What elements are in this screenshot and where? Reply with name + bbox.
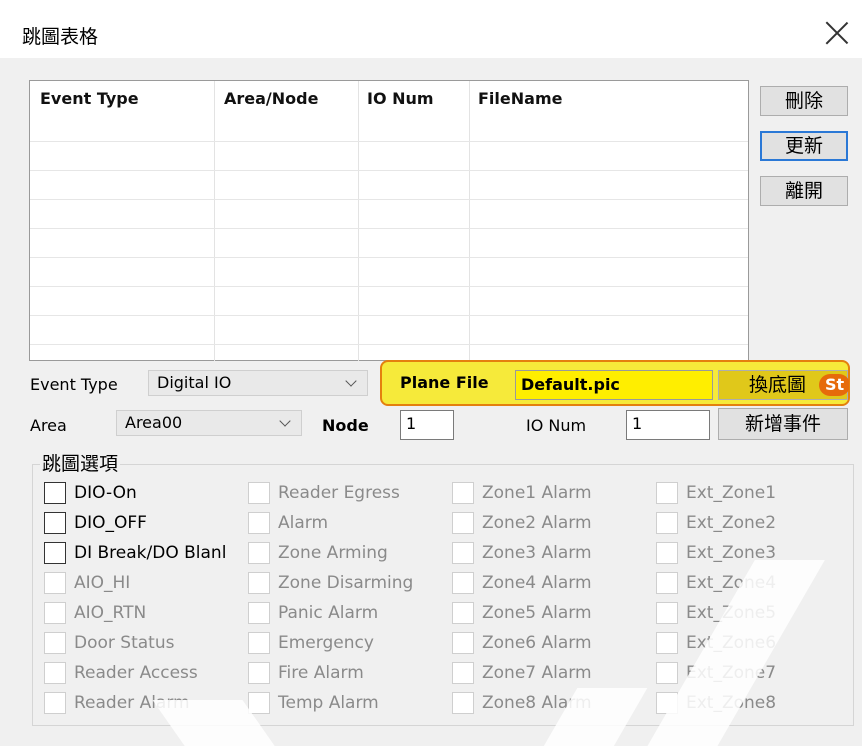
step-badge: St xyxy=(819,374,849,396)
checkbox-box xyxy=(44,662,66,684)
checkbox-box xyxy=(248,482,270,504)
add-event-button[interactable]: 新增事件 xyxy=(718,408,848,440)
list-header: Event Type Area/Node IO Num FileName xyxy=(30,81,748,109)
checkbox-box[interactable] xyxy=(44,542,66,564)
checkbox-box xyxy=(452,542,474,564)
checkbox-box xyxy=(656,482,678,504)
option-label: Zone1 Alarm xyxy=(482,483,592,503)
io-num-input[interactable]: 1 xyxy=(626,410,710,440)
option-label: Zone Arming xyxy=(278,543,388,563)
option-label: DI Break/DO Blanl xyxy=(74,543,227,563)
checkbox-box xyxy=(248,542,270,564)
checkbox-box xyxy=(452,692,474,714)
option-label: Zone3 Alarm xyxy=(482,543,592,563)
checkbox-box xyxy=(248,602,270,624)
checkbox-box xyxy=(452,602,474,624)
title-bar: 跳圖表格 xyxy=(0,0,862,58)
checkbox-box xyxy=(656,632,678,654)
column-divider xyxy=(469,81,470,361)
row-divider xyxy=(30,170,748,171)
checkbox-box[interactable] xyxy=(44,512,66,534)
option-label: Zone7 Alarm xyxy=(482,663,592,683)
event-type-select[interactable]: Digital IO xyxy=(148,370,368,396)
jump-options-label: 跳圖選項 xyxy=(40,449,121,476)
column-divider xyxy=(358,81,359,361)
checkbox-box xyxy=(656,662,678,684)
chevron-down-icon xyxy=(279,415,293,429)
option-label: Zone Disarming xyxy=(278,573,414,593)
option-label: Emergency xyxy=(278,633,374,653)
checkbox-box xyxy=(248,662,270,684)
area-select[interactable]: Area00 xyxy=(116,410,302,436)
checkbox-box xyxy=(248,512,270,534)
checkbox-box xyxy=(452,632,474,654)
option-label: AIO_HI xyxy=(74,573,131,593)
checkbox-box xyxy=(44,632,66,654)
column-header-filename[interactable]: FileName xyxy=(478,89,562,108)
option-label: Zone5 Alarm xyxy=(482,603,592,623)
option-label: Temp Alarm xyxy=(278,693,379,713)
option-label: Zone4 Alarm xyxy=(482,573,592,593)
step-badge-text: St xyxy=(819,374,849,396)
option-label: DIO_OFF xyxy=(74,513,147,533)
column-header-io-num[interactable]: IO Num xyxy=(367,89,434,108)
option-label: Reader Egress xyxy=(278,483,400,503)
area-label: Area xyxy=(30,416,67,435)
option-label: AIO_RTN xyxy=(74,603,147,623)
node-label: Node xyxy=(322,416,369,435)
checkbox-box xyxy=(656,542,678,564)
checkbox-box[interactable] xyxy=(44,482,66,504)
option-label: DIO-On xyxy=(74,483,137,503)
row-divider xyxy=(30,257,748,258)
node-input[interactable]: 1 xyxy=(400,410,454,440)
event-list[interactable]: Event Type Area/Node IO Num FileName xyxy=(29,80,749,361)
plane-file-label: Plane File xyxy=(400,373,489,392)
chevron-down-icon xyxy=(345,375,359,389)
checkbox-box xyxy=(248,692,270,714)
checkbox-box xyxy=(452,662,474,684)
option-label: Door Status xyxy=(74,633,175,653)
row-divider xyxy=(30,228,748,229)
option-label: Panic Alarm xyxy=(278,603,379,623)
window-title: 跳圖表格 xyxy=(22,26,99,48)
checkbox-box xyxy=(656,602,678,624)
row-divider xyxy=(30,286,748,287)
row-divider xyxy=(30,344,748,345)
option-label: Zone6 Alarm xyxy=(482,633,592,653)
event-type-value: Digital IO xyxy=(157,373,232,392)
option-label: Ext_Zone2 xyxy=(686,513,777,533)
area-value: Area00 xyxy=(125,413,183,432)
io-num-label: IO Num xyxy=(526,416,587,435)
checkbox-box xyxy=(44,572,66,594)
option-label: Fire Alarm xyxy=(278,663,364,683)
checkbox-box xyxy=(452,512,474,534)
column-header-event-type[interactable]: Event Type xyxy=(40,89,139,108)
checkbox-box xyxy=(656,572,678,594)
delete-button[interactable]: 刪除 xyxy=(760,86,848,116)
checkbox-box xyxy=(452,482,474,504)
close-icon[interactable] xyxy=(824,20,850,46)
checkbox-box xyxy=(44,602,66,624)
checkbox-box xyxy=(452,572,474,594)
jump-map-dialog: 跳圖表格 Event Type Area/Node IO Num FileNam… xyxy=(0,0,862,746)
option-label: Ext_Zone1 xyxy=(686,483,777,503)
exit-button[interactable]: 離開 xyxy=(760,176,848,206)
checkbox-box xyxy=(656,512,678,534)
plane-file-input[interactable]: Default.pic xyxy=(515,370,713,400)
option-label: Reader Access xyxy=(74,663,198,683)
checkbox-box xyxy=(248,632,270,654)
row-divider xyxy=(30,315,748,316)
checkbox-box xyxy=(248,572,270,594)
column-header-area-node[interactable]: Area/Node xyxy=(224,89,318,108)
column-divider xyxy=(214,81,215,361)
update-button[interactable]: 更新 xyxy=(760,131,848,161)
event-type-label: Event Type xyxy=(30,375,118,394)
checkbox-box xyxy=(44,692,66,714)
option-label: Alarm xyxy=(278,513,329,533)
row-divider xyxy=(30,141,748,142)
option-label: Zone2 Alarm xyxy=(482,513,592,533)
row-divider xyxy=(30,199,748,200)
